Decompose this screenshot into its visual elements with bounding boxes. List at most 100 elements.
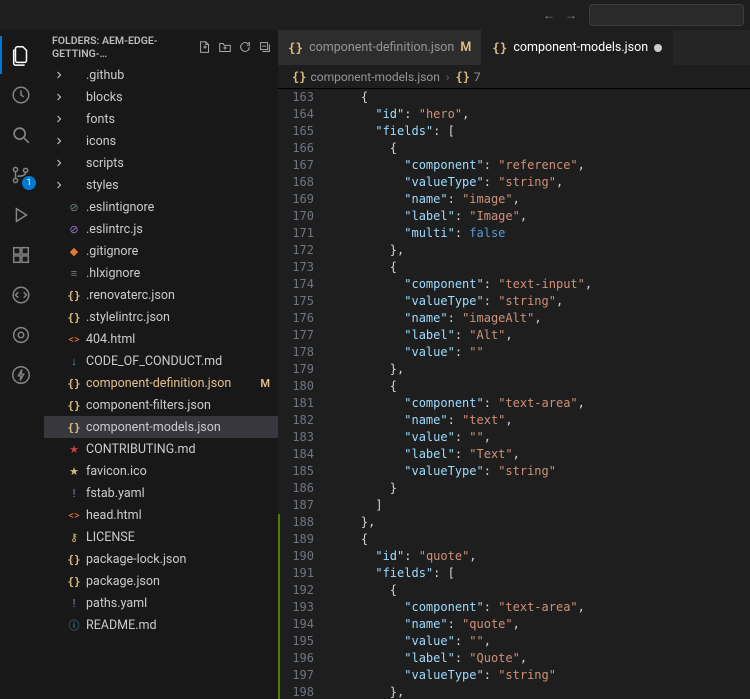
code-line[interactable]: 163 { (278, 89, 750, 106)
code-line[interactable]: 177 "label": "Alt", (278, 327, 750, 344)
code-line[interactable]: 197 "valueType": "string" (278, 667, 750, 684)
breadcrumb-bar[interactable]: {} component-models.json › {} 7 (278, 65, 750, 89)
tree-folder[interactable]: fonts (44, 108, 278, 130)
code-content: "valueType": "string", (328, 293, 750, 310)
code-line[interactable]: 173 { (278, 259, 750, 276)
code-line[interactable]: 166 { (278, 140, 750, 157)
tree-folder[interactable]: styles (44, 174, 278, 196)
code-line[interactable]: 194 "name": "quote", (278, 616, 750, 633)
new-folder-icon[interactable] (218, 40, 232, 54)
activity-timeline[interactable] (0, 76, 42, 114)
tree-file[interactable]: ≡.hlxignore (44, 262, 278, 284)
code-line[interactable]: 178 "value": "" (278, 344, 750, 361)
folder-icon (66, 177, 82, 193)
code-line[interactable]: 165 "fields": [ (278, 123, 750, 140)
tree-item-label: icons (86, 134, 270, 149)
refresh-icon[interactable] (238, 40, 252, 54)
code-line[interactable]: 184 "label": "Text", (278, 446, 750, 463)
code-line[interactable]: 180 { (278, 378, 750, 395)
tree-file[interactable]: ⊘.eslintignore (44, 196, 278, 218)
tree-file[interactable]: !fstab.yaml (44, 482, 278, 504)
code-content: "label": "Image", (328, 208, 750, 225)
activity-remote[interactable] (0, 276, 42, 314)
code-line[interactable]: 190 "id": "quote", (278, 548, 750, 565)
code-line[interactable]: 185 "valueType": "string" (278, 463, 750, 480)
back-arrow-icon[interactable]: ← (543, 8, 555, 22)
tree-file[interactable]: {}.renovaterc.json (44, 284, 278, 306)
activity-bolt[interactable] (0, 356, 42, 394)
tree-file[interactable]: <>head.html (44, 504, 278, 526)
tree-file[interactable]: <>404.html (44, 328, 278, 350)
tree-file[interactable]: {}component-definition.jsonM (44, 372, 278, 394)
tree-folder[interactable]: icons (44, 130, 278, 152)
code-line[interactable]: 187 ] (278, 497, 750, 514)
tree-file[interactable]: {}package.json (44, 570, 278, 592)
breadcrumb-segment[interactable]: {} 7 (455, 70, 480, 84)
folder-icon (66, 67, 82, 83)
file-type-icon: {} (66, 419, 82, 435)
tree-file[interactable]: ↓CODE_OF_CONDUCT.md (44, 350, 278, 372)
file-type-icon: ≡ (66, 265, 82, 281)
code-line[interactable]: 195 "value": "", (278, 633, 750, 650)
tree-folder[interactable]: scripts (44, 152, 278, 174)
code-line[interactable]: 181 "component": "text-area", (278, 395, 750, 412)
breadcrumb-file[interactable]: {} component-models.json (292, 70, 440, 84)
code-line[interactable]: 175 "valueType": "string", (278, 293, 750, 310)
sidebar: FOLDERS: AEM-EDGE-GETTING-… .githubblock… (42, 30, 278, 699)
code-line[interactable]: 198 }, (278, 684, 750, 699)
code-line[interactable]: 164 "id": "hero", (278, 106, 750, 123)
tree-file[interactable]: {}component-models.json (44, 416, 278, 438)
line-number: 174 (280, 276, 328, 293)
code-line[interactable]: 183 "value": "", (278, 429, 750, 446)
code-line[interactable]: 174 "component": "text-input", (278, 276, 750, 293)
code-line[interactable]: 176 "name": "imageAlt", (278, 310, 750, 327)
editor-tab[interactable]: {}component-definition.jsonM (278, 30, 482, 65)
line-number: 171 (280, 225, 328, 242)
tree-file[interactable]: {}.stylelintrc.json (44, 306, 278, 328)
code-line[interactable]: 169 "name": "image", (278, 191, 750, 208)
command-center-search[interactable] (589, 4, 744, 26)
editor-tab[interactable]: {}component-models.json (482, 30, 673, 65)
line-number: 185 (280, 463, 328, 480)
new-file-icon[interactable] (198, 40, 212, 54)
activity-source-control[interactable]: 1 (0, 156, 42, 194)
collapse-all-icon[interactable] (258, 40, 272, 54)
code-line[interactable]: 186 } (278, 480, 750, 497)
code-line[interactable]: 182 "name": "text", (278, 412, 750, 429)
code-editor[interactable]: 163 {164 "id": "hero",165 "fields": [166… (278, 89, 750, 699)
tree-file[interactable]: ★favicon.ico (44, 460, 278, 482)
code-line[interactable]: 172 }, (278, 242, 750, 259)
chevron-right-icon (53, 179, 65, 191)
forward-arrow-icon[interactable]: → (565, 8, 577, 22)
tree-folder[interactable]: blocks (44, 86, 278, 108)
nav-arrows: ← → (543, 8, 583, 22)
file-tree[interactable]: .githubblocksfontsiconsscriptsstyles⊘.es… (42, 64, 278, 699)
tree-file[interactable]: ⚷LICENSE (44, 526, 278, 548)
code-line[interactable]: 189 { (278, 531, 750, 548)
tree-folder[interactable]: .github (44, 64, 278, 86)
activity-run-debug[interactable] (0, 196, 42, 234)
code-line[interactable]: 170 "label": "Image", (278, 208, 750, 225)
activity-explorer[interactable] (0, 36, 42, 74)
code-line[interactable]: 179 }, (278, 361, 750, 378)
code-line[interactable]: 193 "component": "text-area", (278, 599, 750, 616)
tree-file[interactable]: ⓘREADME.md (44, 614, 278, 636)
code-content: "name": "quote", (328, 616, 750, 633)
activity-search[interactable] (0, 116, 42, 154)
tree-file[interactable]: {}package-lock.json (44, 548, 278, 570)
activity-aem[interactable] (0, 316, 42, 354)
activity-extensions[interactable] (0, 236, 42, 274)
code-line[interactable]: 188 }, (278, 514, 750, 531)
code-line[interactable]: 171 "multi": false (278, 225, 750, 242)
code-line[interactable]: 192 { (278, 582, 750, 599)
tree-file[interactable]: ⊘.eslintrc.js (44, 218, 278, 240)
tree-file[interactable]: {}component-filters.json (44, 394, 278, 416)
code-line[interactable]: 191 "fields": [ (278, 565, 750, 582)
code-line[interactable]: 167 "component": "reference", (278, 157, 750, 174)
code-line[interactable]: 168 "valueType": "string", (278, 174, 750, 191)
tree-file[interactable]: ◆.gitignore (44, 240, 278, 262)
tree-item-label: fonts (86, 112, 270, 127)
code-line[interactable]: 196 "label": "Quote", (278, 650, 750, 667)
tree-file[interactable]: ★CONTRIBUTING.md (44, 438, 278, 460)
tree-file[interactable]: !paths.yaml (44, 592, 278, 614)
